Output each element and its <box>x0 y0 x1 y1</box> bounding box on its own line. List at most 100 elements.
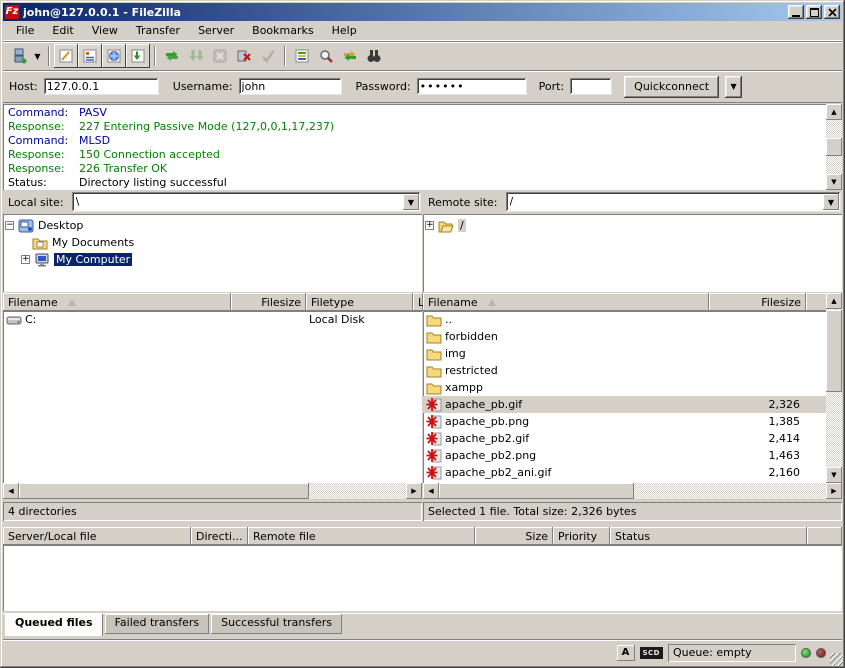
tab-successful-transfers[interactable]: Successful transfers <box>211 614 342 634</box>
scrollbar-thumb[interactable] <box>826 310 842 392</box>
site-manager-button[interactable] <box>7 44 31 68</box>
chevron-down-icon[interactable]: ▼ <box>823 194 839 210</box>
port-input[interactable] <box>570 78 612 95</box>
column-header-filesize[interactable]: Filesize <box>709 293 806 311</box>
transfer-type-indicator-icon[interactable]: A <box>617 645 635 661</box>
resize-grip[interactable] <box>830 653 843 666</box>
remote-file-row-selected[interactable]: apache_pb.gif 2,326 <box>423 396 826 413</box>
remote-file-row[interactable]: img <box>423 345 826 362</box>
reconnect-button[interactable] <box>256 44 280 68</box>
queue-header: Server/Local file Directi... Remote file… <box>3 527 842 545</box>
tree-item-desktop[interactable]: Desktop <box>5 217 420 234</box>
scroll-right-icon[interactable]: ▶ <box>826 483 842 499</box>
scroll-left-icon[interactable]: ◀ <box>3 483 19 499</box>
toggle-transfer-queue-button[interactable] <box>126 44 150 68</box>
local-site-row: Local site: \ ▼ <box>3 191 422 213</box>
log-label: Command: <box>5 106 79 120</box>
remote-file-row[interactable]: forbidden <box>423 328 826 345</box>
remote-vertical-scrollbar[interactable]: ▲ ▼ <box>826 293 842 483</box>
log-vertical-scrollbar[interactable]: ▲ ▼ <box>826 104 842 190</box>
host-input[interactable] <box>44 78 159 95</box>
toggle-message-log-button[interactable] <box>54 44 78 68</box>
menu-view[interactable]: View <box>83 21 127 40</box>
toggle-remote-tree-button[interactable] <box>102 44 126 68</box>
folder-icon <box>426 380 442 396</box>
remote-file-row[interactable]: apache_pb2_ani.gif 2,160 <box>423 464 826 481</box>
menu-server[interactable]: Server <box>189 21 243 40</box>
synchronized-browsing-button[interactable] <box>338 44 362 68</box>
directory-comparison-button[interactable] <box>362 44 386 68</box>
quickconnect-button[interactable]: Quickconnect <box>624 76 719 98</box>
scroll-right-icon[interactable]: ▶ <box>406 483 422 499</box>
file-search-button[interactable] <box>314 44 338 68</box>
collapse-icon[interactable] <box>5 221 14 230</box>
image-file-icon <box>426 465 442 481</box>
scroll-left-icon[interactable]: ◀ <box>423 483 439 499</box>
scroll-up-icon[interactable]: ▲ <box>826 293 842 309</box>
menu-transfer[interactable]: Transfer <box>127 21 189 40</box>
scroll-up-icon[interactable]: ▲ <box>826 104 842 120</box>
queue-column-direction[interactable]: Directi... <box>191 527 248 545</box>
toggle-local-tree-button[interactable] <box>78 44 102 68</box>
host-label: Host: <box>9 80 38 93</box>
menu-help[interactable]: Help <box>323 21 366 40</box>
password-input[interactable] <box>417 78 527 95</box>
menu-edit[interactable]: Edit <box>43 21 82 40</box>
remote-file-row[interactable]: apache_pb.png 1,385 <box>423 413 826 430</box>
local-file-row[interactable]: C: Local Disk <box>3 311 422 328</box>
scrollbar-thumb[interactable] <box>826 138 842 156</box>
remote-file-row[interactable]: xampp <box>423 379 826 396</box>
queue-column-size[interactable]: Size <box>475 527 553 545</box>
file-name: forbidden <box>445 330 498 343</box>
tree-item-my-documents[interactable]: My Documents <box>5 234 420 251</box>
directory-filters-button[interactable] <box>290 44 314 68</box>
scroll-down-icon[interactable]: ▼ <box>826 174 842 190</box>
queue-list[interactable] <box>3 545 842 611</box>
queue-column-server-local-file[interactable]: Server/Local file <box>3 527 191 545</box>
remote-file-row[interactable]: apache_pb2.gif 2,414 <box>423 430 826 447</box>
username-input[interactable] <box>239 78 342 95</box>
remote-file-row[interactable]: restricted <box>423 362 826 379</box>
scroll-down-icon[interactable]: ▼ <box>826 467 842 483</box>
tree-item-my-computer[interactable]: My Computer <box>5 251 420 268</box>
column-header-filename[interactable]: Filename <box>423 293 709 311</box>
image-file-icon <box>426 414 442 430</box>
remote-horizontal-scrollbar[interactable]: ◀ ▶ <box>423 483 842 499</box>
process-queue-button[interactable] <box>184 44 208 68</box>
site-manager-dropdown[interactable]: ▼ <box>31 45 44 67</box>
scrollbar-thumb[interactable] <box>19 483 309 499</box>
quickconnect-dropdown[interactable]: ▼ <box>725 76 742 98</box>
queue-column-remote-file[interactable]: Remote file <box>248 527 475 545</box>
tree-item-root[interactable]: / <box>425 217 840 234</box>
column-header-lastmodified[interactable]: L <box>413 293 423 311</box>
encryption-badge-icon[interactable]: SCD <box>640 647 664 659</box>
menu-bookmarks[interactable]: Bookmarks <box>243 21 322 40</box>
local-site-combo[interactable]: \ ▼ <box>72 192 421 212</box>
expand-icon[interactable] <box>425 221 434 230</box>
queue-column-priority[interactable]: Priority <box>553 527 610 545</box>
log-row: Response: 226 Transfer OK <box>5 162 824 176</box>
column-header-filetype[interactable]: Filetype <box>306 293 413 311</box>
disconnect-button[interactable] <box>232 44 256 68</box>
scrollbar-thumb[interactable] <box>439 483 634 499</box>
tab-failed-transfers[interactable]: Failed transfers <box>105 614 210 634</box>
menu-file[interactable]: File <box>7 21 43 40</box>
refresh-button[interactable] <box>160 44 184 68</box>
column-header-filesize[interactable]: Filesize <box>231 293 306 311</box>
cancel-button[interactable] <box>208 44 232 68</box>
remote-site-combo[interactable]: / ▼ <box>506 192 841 212</box>
remote-file-row[interactable]: apache_pb2.png 1,463 <box>423 447 826 464</box>
activity-led-green-icon <box>801 648 811 658</box>
local-horizontal-scrollbar[interactable]: ◀ ▶ <box>3 483 422 499</box>
my-documents-icon <box>32 235 48 251</box>
minimize-button[interactable] <box>788 5 804 19</box>
column-header-filename[interactable]: Filename <box>3 293 231 311</box>
remote-file-row[interactable]: .. <box>423 311 826 328</box>
chevron-down-icon[interactable]: ▼ <box>403 194 419 210</box>
close-button[interactable] <box>824 5 840 19</box>
tab-queued-files[interactable]: Queued files <box>5 614 103 636</box>
column-label: Size <box>525 530 548 543</box>
queue-column-status[interactable]: Status <box>610 527 807 545</box>
maximize-button[interactable] <box>806 5 822 19</box>
expand-icon[interactable] <box>21 255 30 264</box>
